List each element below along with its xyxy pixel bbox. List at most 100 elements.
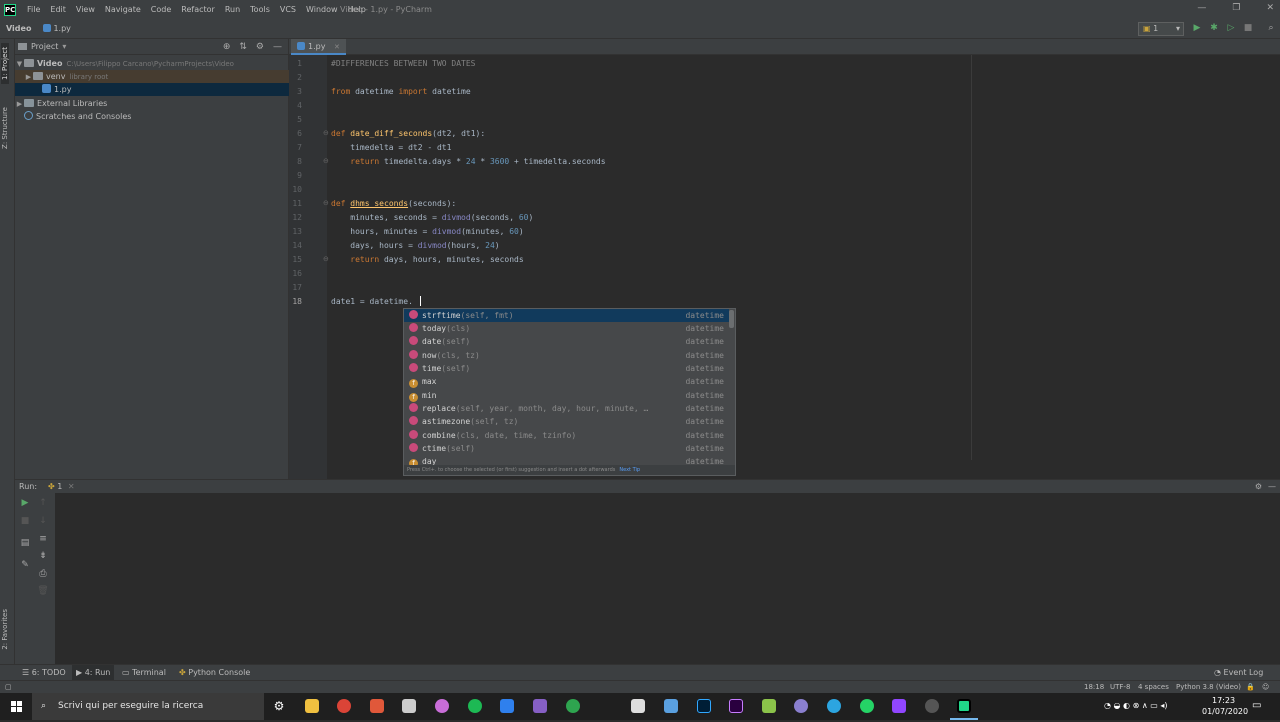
visual-studio-icon[interactable] (533, 699, 547, 713)
close-icon[interactable]: ✕ (1266, 3, 1274, 13)
app-icon[interactable] (631, 699, 645, 713)
taskbar-search-box[interactable]: ⌕ Scrivi qui per eseguire la ricerca (32, 693, 264, 720)
premiere-icon[interactable] (729, 699, 743, 713)
scroll-down-icon[interactable]: ↓ (37, 516, 49, 526)
menu-edit[interactable]: Edit (45, 5, 71, 14)
autocomplete-item[interactable]: strftime(self, fmt) datetime (404, 309, 729, 322)
tab-todo[interactable]: ☰ 6: TODO (18, 665, 70, 681)
tree-item-external-libraries[interactable]: ▶ External Libraries (15, 97, 289, 110)
autocomplete-item[interactable]: astimezone(self, tz) datetime (404, 415, 729, 428)
autocomplete-item[interactable]: date(self) datetime (404, 335, 729, 348)
app-icon[interactable] (762, 699, 776, 713)
coverage-icon[interactable]: ▷ (1226, 23, 1236, 33)
menu-tools[interactable]: Tools (245, 5, 275, 14)
menu-refactor[interactable]: Refactor (176, 5, 220, 14)
app-icon[interactable] (370, 699, 384, 713)
run-configuration-select[interactable]: ▣ 1 ▾ (1138, 22, 1184, 36)
tab-run[interactable]: ▶ 4: Run (72, 665, 115, 681)
hide-icon[interactable]: — (1268, 480, 1276, 494)
pycharm-taskbar-icon[interactable] (957, 699, 971, 713)
trash-icon[interactable]: 🗑 (37, 586, 49, 596)
fold-marker-icon[interactable]: ⊖ (323, 157, 329, 165)
gear-icon[interactable]: ⚙ (1255, 480, 1262, 494)
menu-window[interactable]: Window (301, 5, 343, 14)
autocomplete-item[interactable]: now(cls, tz) datetime (404, 349, 729, 362)
tab-terminal[interactable]: ▭ Terminal (118, 665, 170, 681)
app-icon[interactable] (925, 699, 939, 713)
locate-icon[interactable]: ⊕ (223, 42, 231, 52)
next-tip-link[interactable]: Next Tip (619, 467, 640, 473)
menu-view[interactable]: View (71, 5, 100, 14)
autocomplete-item[interactable]: combine(cls, date, time, tzinfo) datetime (404, 429, 729, 442)
stop-icon[interactable]: ■ (1243, 23, 1253, 33)
soft-wrap-icon[interactable]: ≡ (37, 534, 49, 544)
tab-1py[interactable]: 1.py ✕ (291, 39, 346, 55)
app-icon[interactable] (794, 699, 808, 713)
scroll-to-end-icon[interactable]: ⇟ (37, 551, 49, 561)
minimize-icon[interactable]: — (1197, 3, 1206, 13)
autocomplete-item[interactable]: today(cls) datetime (404, 322, 729, 335)
spotify-icon[interactable] (468, 699, 482, 713)
twitch-icon[interactable] (892, 699, 906, 713)
tree-item-video[interactable]: ▼ Video C:\Users\Filippo Carcano\PycharmPr… (15, 57, 289, 70)
vscode-icon[interactable] (500, 699, 514, 713)
pin-icon[interactable]: ✎ (19, 560, 31, 570)
tree-item-venv[interactable]: ▶ venv library root (15, 70, 289, 83)
search-everywhere-icon[interactable]: ⌕ (1266, 23, 1276, 33)
tab-python-console[interactable]: ✤ Python Console (175, 665, 254, 681)
whatsapp-icon[interactable] (860, 699, 874, 713)
run-console-output[interactable] (15, 493, 1280, 664)
autocomplete-item[interactable]: f max datetime (404, 375, 729, 388)
debug-icon[interactable]: ✱ (1209, 23, 1219, 33)
photoshop-icon[interactable] (697, 699, 711, 713)
stop-icon[interactable]: ■ (19, 516, 31, 526)
chevron-down-icon[interactable]: ▾ (62, 42, 66, 51)
file-explorer-icon[interactable] (305, 699, 319, 713)
autocomplete-item[interactable]: replace(self, year, month, day, hour, mi… (404, 402, 729, 415)
menu-run[interactable]: Run (220, 5, 245, 14)
fold-marker-icon[interactable]: ⊖ (323, 129, 329, 137)
autocomplete-item[interactable]: f min datetime (404, 389, 729, 402)
print-icon[interactable]: ⎙ (37, 569, 49, 579)
app-icon[interactable] (566, 699, 580, 713)
collapse-all-icon[interactable]: ⇅ (239, 42, 247, 52)
close-tab-icon[interactable]: ✕ (334, 43, 340, 51)
fold-marker-icon[interactable]: ⊖ (323, 199, 329, 207)
autocomplete-scrollbar[interactable] (729, 310, 734, 328)
layout-icon[interactable]: ▤ (19, 538, 31, 548)
fold-marker-icon[interactable]: ⊖ (323, 255, 329, 263)
tab-project[interactable]: 1: Project (1, 43, 9, 84)
clock-date[interactable]: 01/07/2020 (1202, 707, 1248, 716)
autocomplete-item[interactable]: time(self) datetime (404, 362, 729, 375)
notifications-icon[interactable]: ▭ (1252, 700, 1261, 711)
start-button[interactable] (0, 693, 32, 720)
app-icon[interactable] (402, 699, 416, 713)
project-view-selector[interactable]: Project (31, 42, 58, 51)
breadcrumb-file[interactable]: 1.py (37, 24, 76, 33)
tree-item-1py[interactable]: 1.py (15, 83, 289, 96)
app-icon[interactable] (435, 699, 449, 713)
tab-favorites[interactable]: 2: Favorites (1, 605, 9, 654)
autocomplete-item[interactable]: ctime(self) datetime (404, 442, 729, 455)
breadcrumb-project[interactable]: Video (0, 24, 37, 33)
settings-gear-icon[interactable]: ⚙ (272, 699, 286, 713)
menu-file[interactable]: File (22, 5, 45, 14)
hide-icon[interactable]: — (273, 42, 282, 52)
run-tab[interactable]: ✤ 1 ✕ (48, 480, 75, 494)
menu-code[interactable]: Code (146, 5, 176, 14)
rerun-icon[interactable]: ▶ (19, 498, 31, 508)
scroll-up-icon[interactable]: ↑ (37, 498, 49, 508)
close-tab-icon[interactable]: ✕ (68, 482, 75, 491)
tray-icons[interactable]: ◔ ◒ ◐ ⊗ ∧ ▭ ◂) (1104, 701, 1167, 710)
telegram-icon[interactable] (827, 699, 841, 713)
menu-navigate[interactable]: Navigate (100, 5, 146, 14)
tab-structure[interactable]: Z: Structure (1, 103, 9, 153)
gear-icon[interactable]: ⚙ (256, 42, 264, 52)
restore-icon[interactable]: ❐ (1232, 3, 1240, 13)
app-icon[interactable] (664, 699, 678, 713)
chrome-icon[interactable] (337, 699, 351, 713)
event-log-button[interactable]: ◔ Event Log (1210, 665, 1267, 681)
menu-vcs[interactable]: VCS (275, 5, 301, 14)
run-icon[interactable]: ▶ (1192, 23, 1202, 33)
clock-time[interactable]: 17:23 (1212, 696, 1235, 705)
